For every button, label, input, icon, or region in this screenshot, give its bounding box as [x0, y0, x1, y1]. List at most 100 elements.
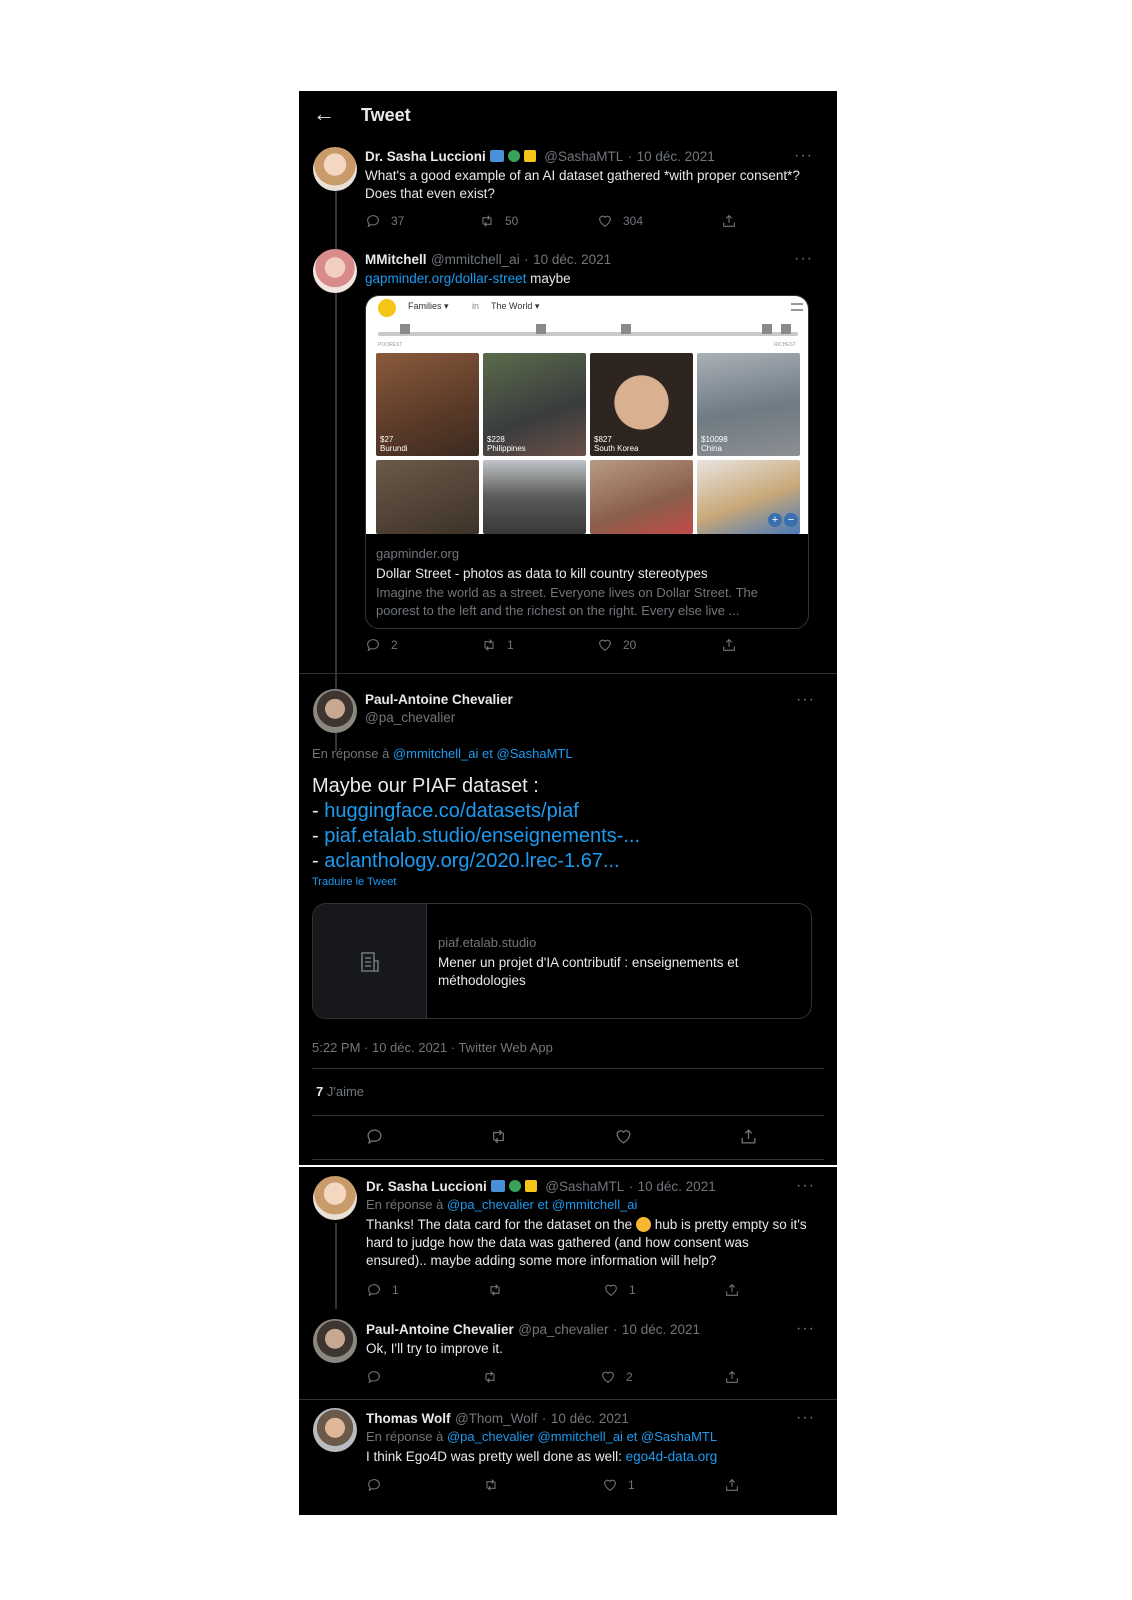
tweet-link[interactable]: ego4d-data.org	[626, 1449, 718, 1464]
retweet-button[interactable]	[487, 1282, 503, 1298]
tweet-text: Ok, I'll try to improve it.	[366, 1341, 503, 1356]
avatar[interactable]	[313, 689, 357, 733]
house-icon	[400, 324, 410, 334]
user-handle[interactable]: @Thom_Wolf	[455, 1411, 537, 1426]
user-name[interactable]: Paul-Antoine Chevalier	[365, 692, 513, 707]
user-handle[interactable]: @mmitchell_ai	[431, 252, 520, 267]
share-button[interactable]	[724, 1282, 740, 1298]
heart-icon	[597, 213, 613, 229]
likes-summary[interactable]: 7 J'aime	[316, 1084, 364, 1099]
tweet-date[interactable]: 10 déc. 2021	[622, 1322, 700, 1337]
more-options-icon[interactable]: ···	[796, 692, 815, 708]
reply-button[interactable]: 37	[365, 213, 404, 229]
income-street-bar[interactable]	[378, 332, 798, 336]
like-button[interactable]: 2	[600, 1369, 633, 1385]
photo-income: $228	[487, 435, 505, 444]
like-button[interactable]: 20	[597, 637, 636, 653]
share-icon	[724, 1477, 740, 1493]
reply-button[interactable]: 1	[366, 1282, 399, 1298]
families-dropdown[interactable]: Families ▾	[408, 301, 449, 312]
mention-link[interactable]: @pa_chevalier	[447, 1197, 534, 1212]
avatar[interactable]	[313, 1176, 357, 1220]
photo-tile[interactable]	[590, 460, 693, 534]
tweet-link[interactable]: piaf.etalab.studio/enseignements-...	[324, 825, 640, 847]
zoom-out-icon[interactable]: −	[784, 513, 798, 527]
user-name[interactable]: Paul-Antoine Chevalier	[366, 1322, 514, 1337]
mention-link[interactable]: @SashaMTL	[641, 1429, 717, 1444]
share-button[interactable]	[724, 1477, 740, 1493]
toolbar-in: in	[472, 301, 480, 311]
user-name[interactable]: Dr. Sasha Luccioni	[366, 1179, 487, 1194]
hugging-face-emoji-icon	[635, 1217, 651, 1232]
mention-separator: et	[626, 1429, 638, 1444]
share-button[interactable]	[721, 637, 737, 653]
tweet-date[interactable]: 10 déc. 2021	[533, 252, 611, 267]
reply-button[interactable]: 2	[365, 637, 398, 653]
tweet-date[interactable]: 10 déc. 2021	[638, 1179, 716, 1194]
world-dropdown[interactable]: The World ▾	[491, 301, 539, 312]
more-options-icon[interactable]: ···	[796, 1178, 815, 1194]
reply-button[interactable]	[365, 1127, 384, 1146]
photo-tile[interactable]: $27 Burundi	[376, 353, 479, 456]
mention-link[interactable]: @mmitchell_ai	[393, 746, 478, 761]
link-preview-card[interactable]: Families ▾ in The World ▾ POOREST RICHES…	[365, 295, 809, 629]
main-tweet-actions	[365, 1127, 805, 1145]
more-options-icon[interactable]: ···	[796, 1321, 815, 1337]
card-domain: piaf.etalab.studio	[438, 935, 537, 950]
mention-link[interactable]: @mmitchell_ai	[552, 1197, 637, 1212]
user-name[interactable]: MMitchell	[365, 252, 427, 267]
photo-tile[interactable]	[483, 460, 586, 534]
retweet-button[interactable]	[483, 1477, 499, 1493]
link-preview-card[interactable]: piaf.etalab.studio Mener un projet d'IA …	[312, 903, 812, 1019]
retweet-button[interactable]: 1	[481, 637, 514, 653]
reply-button[interactable]	[366, 1369, 382, 1385]
more-options-icon[interactable]: ···	[794, 148, 813, 164]
like-button[interactable]: 304	[597, 213, 643, 229]
more-options-icon[interactable]: ···	[796, 1410, 815, 1426]
avatar[interactable]	[313, 249, 357, 293]
user-handle[interactable]: @pa_chevalier	[518, 1322, 608, 1337]
photo-income: $27	[380, 435, 394, 444]
photo-country: China	[701, 444, 722, 453]
translate-link[interactable]: Traduire le Tweet	[312, 876, 396, 888]
tweet-timestamp[interactable]: 5:22 PM · 10 déc. 2021 · Twitter Web App	[312, 1040, 553, 1055]
main-tweet-text: Maybe our PIAF dataset : - huggingface.c…	[312, 774, 822, 874]
meta-separator: ·	[541, 1411, 547, 1426]
mention-link[interactable]: @SashaMTL	[497, 746, 573, 761]
tweet-link[interactable]: aclanthology.org/2020.lrec-1.67...	[324, 850, 619, 872]
tweet-date[interactable]: 10 déc. 2021	[637, 149, 715, 164]
like-button[interactable]	[614, 1127, 633, 1146]
user-name[interactable]: Dr. Sasha Luccioni	[365, 149, 486, 164]
photo-tile[interactable]	[376, 460, 479, 534]
avatar[interactable]	[313, 1319, 357, 1363]
photo-tile[interactable]: $827 South Korea	[590, 353, 693, 456]
twitter-thread-view: ← Tweet Dr. Sasha Luccioni @SashaMTL · 1…	[299, 91, 837, 1515]
sparkles-emoji-icon	[524, 1180, 537, 1192]
tweet-link[interactable]: gapminder.org/dollar-street	[365, 271, 526, 286]
tweet-link[interactable]: huggingface.co/datasets/piaf	[324, 800, 579, 822]
user-name[interactable]: Thomas Wolf	[366, 1411, 451, 1426]
user-handle[interactable]: @pa_chevalier	[365, 710, 455, 725]
retweet-button[interactable]	[482, 1369, 498, 1385]
avatar[interactable]	[313, 147, 357, 191]
share-button[interactable]	[739, 1127, 758, 1146]
back-arrow-icon[interactable]: ←	[313, 103, 335, 125]
share-button[interactable]	[721, 213, 737, 229]
photo-tile[interactable]: $10098 China	[697, 353, 800, 456]
menu-icon[interactable]	[791, 303, 803, 311]
zoom-in-icon[interactable]: +	[768, 513, 782, 527]
reply-button[interactable]	[366, 1477, 382, 1493]
retweet-button[interactable]: 50	[479, 213, 518, 229]
user-handle[interactable]: @SashaMTL	[544, 149, 623, 164]
like-button[interactable]: 1	[602, 1477, 635, 1493]
mention-link[interactable]: @pa_chevalier @mmitchell_ai	[447, 1429, 623, 1444]
like-button[interactable]: 1	[603, 1282, 636, 1298]
heart-icon	[600, 1369, 616, 1385]
photo-tile[interactable]: $228 Philippines	[483, 353, 586, 456]
share-button[interactable]	[724, 1369, 740, 1385]
more-options-icon[interactable]: ···	[794, 251, 813, 267]
avatar[interactable]	[313, 1408, 357, 1452]
user-handle[interactable]: @SashaMTL	[545, 1179, 624, 1194]
tweet-date[interactable]: 10 déc. 2021	[551, 1411, 629, 1426]
retweet-button[interactable]	[489, 1127, 508, 1146]
